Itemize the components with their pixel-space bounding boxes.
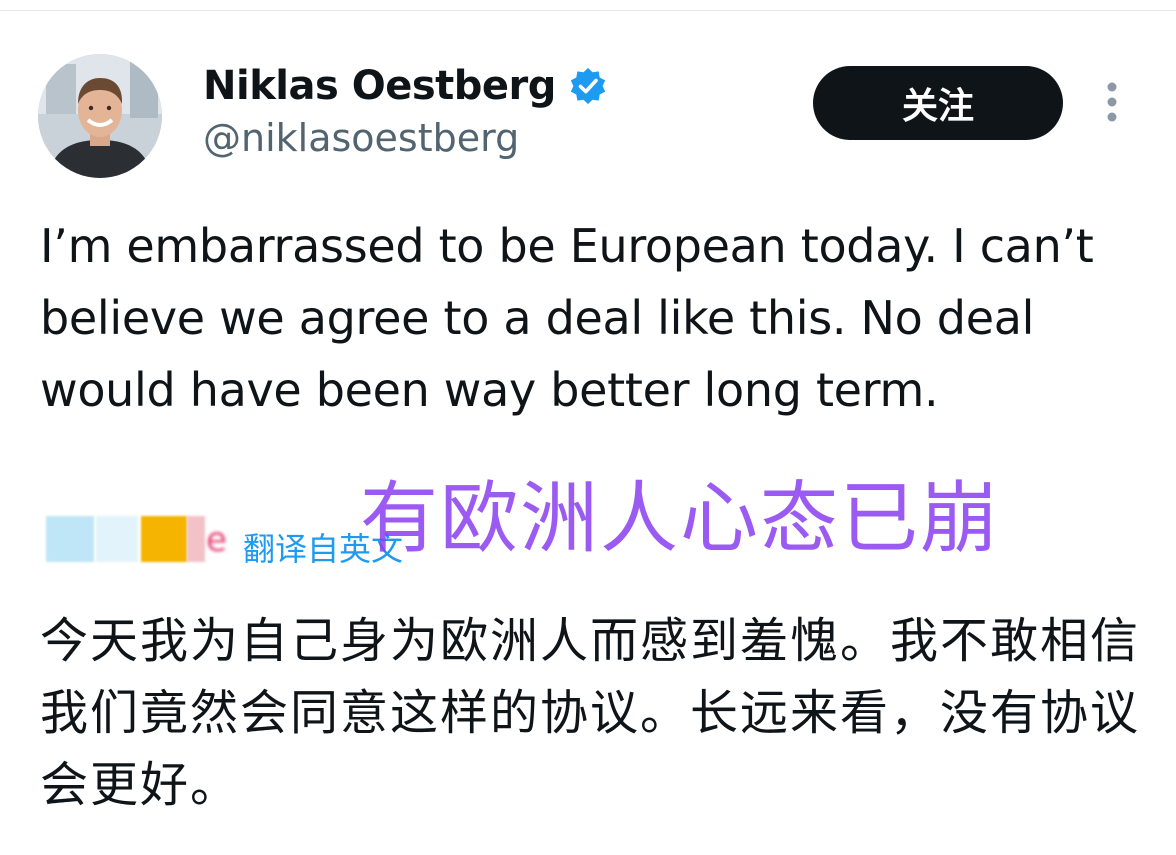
profile-photo-icon [38,54,162,178]
follow-button[interactable]: 关注 [813,66,1063,140]
top-divider [0,10,1176,11]
pixelated-username-block [187,516,205,562]
pixelated-username-block [141,516,187,562]
pixelated-username-letter: e [206,520,227,560]
display-name-row: Niklas Oestberg [203,58,608,114]
display-name[interactable]: Niklas Oestberg [203,63,556,109]
handle[interactable]: @niklasoestberg [203,116,519,160]
avatar[interactable] [38,54,162,178]
pixelated-username-block [46,516,94,562]
translated-text: 今天我为自己身为欧洲人而感到羞愧。我不敢相信我们竟然会同意这样的协议。长远来看，… [40,613,1141,813]
overlay-caption: 有欧洲人心态已崩 [360,474,1001,564]
tweet-text: I’m embarrassed to be European today. I … [40,219,1094,417]
verified-badge-icon [570,68,606,104]
pixelated-username-block [96,516,138,562]
vertical-ellipsis-icon[interactable] [1100,78,1124,126]
